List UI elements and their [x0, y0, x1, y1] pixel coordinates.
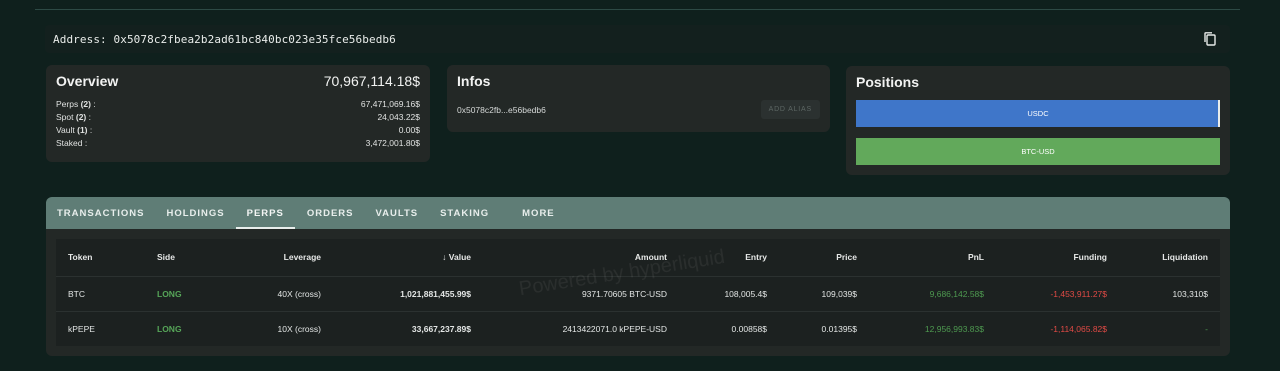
tab-bar: TRANSACTIONS HOLDINGS PERPS ORDERS VAULTS STA… [46, 197, 1230, 229]
col-amount[interactable]: Amount [483, 239, 679, 276]
cell-value: 33,667,237.89$ [333, 310, 483, 346]
copy-icon[interactable] [1202, 31, 1218, 47]
cell-token: BTC [56, 275, 145, 311]
top-divider [35, 9, 1240, 10]
overview-label-text: Spot [56, 112, 74, 122]
col-funding[interactable]: Funding [996, 239, 1119, 276]
positions-title: Positions [856, 74, 920, 90]
overview-row-value: 3,472,001.80$ [365, 138, 420, 148]
tab-holdings[interactable]: HOLDINGS [155, 197, 235, 229]
overview-label-text: Perps [56, 99, 79, 109]
address-text: Address: 0x5078c2fbea2b2ad61bc840bc023e3… [53, 33, 396, 46]
col-value-label: Value [448, 252, 471, 263]
position-bar-label: USDC [1027, 109, 1049, 118]
col-pnl[interactable]: PnL [869, 239, 996, 276]
overview-row-value: 67,471,069.16$ [360, 99, 420, 109]
overview-row-label: Staked : [56, 137, 87, 150]
col-token[interactable]: Token [56, 239, 145, 276]
address-bar: Address: 0x5078c2fbea2b2ad61bc840bc023e3… [45, 25, 1230, 53]
overview-row-label: Spot (2) : [56, 111, 91, 124]
cell-liquidation: - [1119, 310, 1220, 346]
positions-card: Positions USDC BTC-USD [846, 66, 1230, 175]
overview-row-value: 24,043.22$ [377, 112, 420, 122]
cell-funding: -1,453,911.27$ [996, 275, 1119, 311]
tab-more[interactable]: MORE [500, 197, 566, 229]
position-bar-label: BTC-USD [1021, 147, 1055, 156]
arrow-down-icon: ↓ [442, 252, 447, 263]
cell-side: LONG [145, 310, 233, 346]
tab-transactions[interactable]: TRANSACTIONS [46, 197, 155, 229]
overview-suffix: : [82, 138, 88, 148]
overview-suffix: : [87, 125, 93, 135]
cell-liquidation: 103,310$ [1119, 275, 1220, 311]
cell-pnl: 9,686,142.58$ [869, 275, 996, 311]
cell-leverage: 10X (cross) [233, 310, 333, 346]
perps-table-container: Token Side Leverage ↓ Value Amount Entry… [46, 229, 1230, 356]
overview-row: Staked : 3,472,001.80$ [56, 137, 420, 150]
table-row[interactable]: kPEPE LONG 10X (cross) 33,667,237.89$ 241342… [56, 310, 1220, 346]
table-body: BTC LONG 40X (cross) 1,021,881,455.99$ 9371.… [56, 275, 1220, 346]
overview-row-label: Vault (1) : [56, 124, 92, 137]
cell-side: LONG [145, 275, 233, 311]
cell-price: 109,039$ [779, 275, 869, 311]
cell-leverage: 40X (cross) [233, 275, 333, 311]
position-bar-btc-usd[interactable]: BTC-USD [856, 138, 1220, 165]
overview-suffix: : [86, 112, 91, 122]
overview-title: Overview [56, 73, 119, 89]
cell-entry: 0.00858$ [679, 310, 779, 346]
col-price[interactable]: Price [779, 239, 869, 276]
overview-card: Overview 70,967,114.18$ Perps (2) : 67,47… [46, 65, 430, 162]
col-leverage[interactable]: Leverage [233, 239, 333, 276]
overview-count: (2) [75, 112, 87, 122]
infos-card: Infos 0x5078c2fb...e56bedb6 ADD ALIAS [447, 65, 830, 132]
cell-amount: 9371.70605 BTC-USD [483, 275, 679, 311]
tab-vaults[interactable]: VAULTS [365, 197, 430, 229]
col-side[interactable]: Side [145, 239, 233, 276]
cell-price: 0.01395$ [779, 310, 869, 346]
address-value: 0x5078c2fbea2b2ad61bc840bc023e35fce56bed… [113, 32, 396, 46]
bar-edge [1218, 100, 1220, 127]
overview-count: (1) [77, 125, 88, 135]
cell-token: kPEPE [56, 310, 145, 346]
overview-label-text: Staked [56, 138, 83, 148]
tab-staking[interactable]: STAKING [429, 197, 500, 229]
address-label: Address: [53, 32, 107, 46]
col-entry[interactable]: Entry [679, 239, 779, 276]
overview-row: Vault (1) : 0.00$ [56, 124, 420, 137]
tab-perps[interactable]: PERPS [235, 197, 296, 229]
overview-row-label: Perps (2) : [56, 98, 96, 111]
table-row[interactable]: BTC LONG 40X (cross) 1,021,881,455.99$ 9371.… [56, 275, 1220, 311]
position-bar-usdc[interactable]: USDC [856, 100, 1220, 127]
overview-row: Perps (2) : 67,471,069.16$ [56, 98, 420, 111]
add-alias-button[interactable]: ADD ALIAS [760, 100, 820, 119]
overview-row: Spot (2) : 24,043.22$ [56, 111, 420, 124]
table-header-row: Token Side Leverage ↓ Value Amount Entry… [56, 239, 1220, 276]
perps-table: Token Side Leverage ↓ Value Amount Entry… [56, 239, 1220, 346]
cell-value: 1,021,881,455.99$ [333, 275, 483, 311]
overview-total: 70,967,114.18$ [323, 73, 420, 89]
infos-short-address: 0x5078c2fb...e56bedb6 [457, 104, 546, 115]
overview-label-text: Vault [56, 125, 75, 135]
overview-count: (2) [80, 99, 91, 109]
overview-suffix: : [90, 99, 96, 109]
cell-entry: 108,005.4$ [679, 275, 779, 311]
cell-funding: -1,114,065.82$ [996, 310, 1119, 346]
infos-title: Infos [457, 73, 491, 89]
col-liquidation[interactable]: Liquidation [1119, 239, 1220, 276]
overview-row-value: 0.00$ [398, 125, 420, 135]
overview-rows: Perps (2) : 67,471,069.16$ Spot (2) : 24,04… [56, 98, 420, 150]
cell-pnl: 12,956,993.83$ [869, 310, 996, 346]
col-value[interactable]: ↓ Value [333, 239, 483, 276]
tab-orders[interactable]: ORDERS [295, 197, 365, 229]
cell-amount: 2413422071.0 kPEPE-USD [483, 310, 679, 346]
